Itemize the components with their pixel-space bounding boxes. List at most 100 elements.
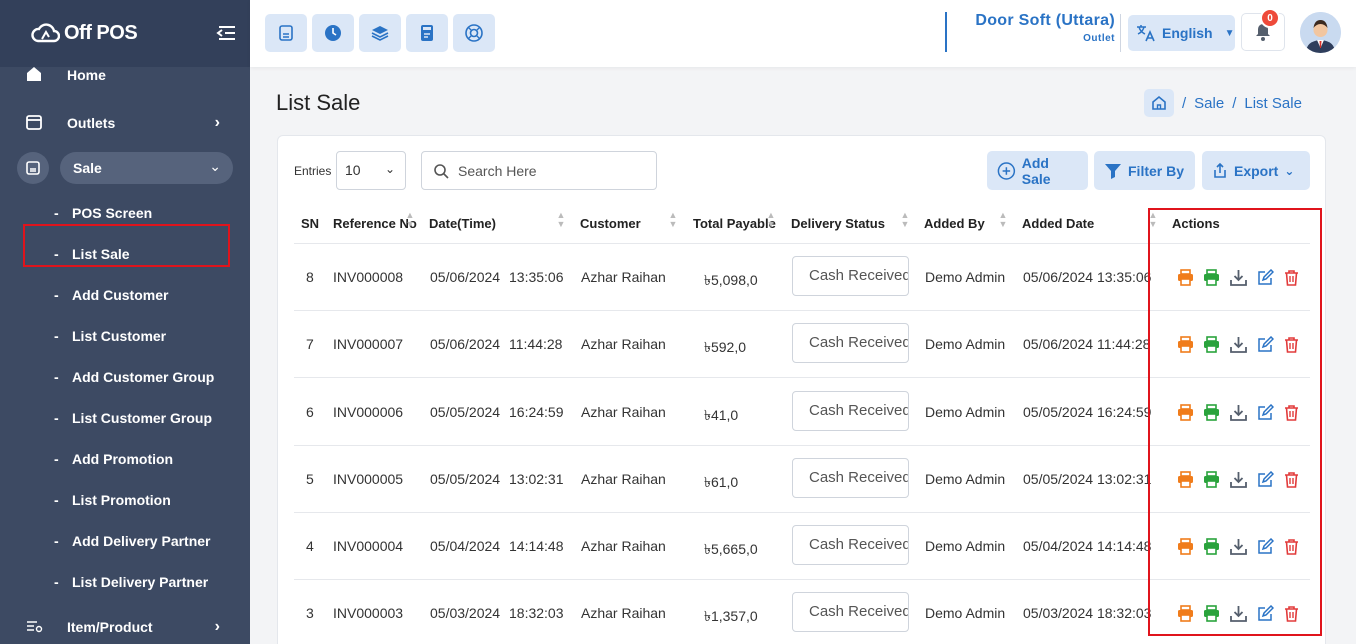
sort-icon[interactable]: ▲ ▼ xyxy=(766,211,776,231)
outlet-label: Outlet xyxy=(1083,33,1115,44)
chevron-down-icon: ⌄ xyxy=(1284,163,1295,178)
notification-badge: 0 xyxy=(1260,8,1280,28)
cell-date: 05/03/2024 xyxy=(430,605,501,621)
cell-reference-no: INV000007 xyxy=(333,336,404,352)
collapse-menu-icon[interactable] xyxy=(215,22,237,44)
cell-time: 13:35:06 xyxy=(509,269,564,285)
quick-layers-button[interactable] xyxy=(359,14,401,52)
cell-sn: 5 xyxy=(306,471,314,487)
cloud-logo-icon xyxy=(31,22,60,42)
cell-sn: 4 xyxy=(306,538,314,554)
cell-customer: Azhar Raihan xyxy=(581,471,666,487)
entries-value: 10 xyxy=(345,162,361,178)
cell-time: 18:32:03 xyxy=(509,605,564,621)
sidebar-item-sale[interactable]: Sale ⌄ xyxy=(17,152,233,184)
brand-logo[interactable]: Off POS xyxy=(30,21,138,47)
cell-reference-no: INV000003 xyxy=(333,605,404,621)
quick-support-button[interactable] xyxy=(453,14,495,52)
chevron-down-icon: ⌄ xyxy=(384,162,395,176)
outlet-name: Door Soft (Uttara) xyxy=(975,12,1115,29)
cell-date: 05/05/2024 xyxy=(430,404,501,420)
quick-pos-button[interactable] xyxy=(265,14,307,52)
cell-added-by: Demo Admin xyxy=(925,605,1006,621)
entries-select[interactable]: 10 ⌄ xyxy=(336,151,406,190)
cell-added-date: 05/04/2024 14:14:48 xyxy=(1023,538,1152,554)
sort-icon[interactable]: ▲ ▼ xyxy=(900,211,910,231)
cell-total-payable: ৳5,665,0 xyxy=(704,541,758,557)
sort-icon[interactable]: ▲ ▼ xyxy=(668,211,678,231)
header-added-date[interactable]: Added Date xyxy=(1022,216,1094,231)
breadcrumb-separator: / xyxy=(1232,94,1237,112)
actions-highlight xyxy=(1148,208,1322,636)
clock-icon xyxy=(325,25,341,41)
cell-added-date: 05/03/2024 18:32:03 xyxy=(1023,605,1152,621)
cell-customer: Azhar Raihan xyxy=(581,336,666,352)
quick-calculator-button[interactable] xyxy=(406,14,448,52)
cell-time: 13:02:31 xyxy=(509,471,564,487)
topbar: Door Soft (Uttara) Outlet English ▼ 0 xyxy=(250,0,1356,67)
register-icon xyxy=(279,25,293,41)
export-button[interactable]: Export ⌄ xyxy=(1202,151,1310,190)
layers-icon xyxy=(371,26,389,41)
submenu-label: POS Screen xyxy=(72,205,153,221)
calculator-icon xyxy=(421,25,433,41)
header-sn[interactable]: SN xyxy=(301,216,319,231)
language-select[interactable]: English ▼ xyxy=(1128,15,1235,51)
delivery-status-select[interactable]: Cash Received xyxy=(792,458,909,498)
header-total-payable[interactable]: Total Payable xyxy=(693,216,776,231)
outlet-info[interactable]: Door Soft (Uttara) Outlet xyxy=(945,12,1115,52)
header-date-time[interactable]: Date(Time) xyxy=(429,216,496,231)
sidebar-item-label: Outlets xyxy=(67,115,116,131)
filter-button[interactable]: Filter By xyxy=(1094,151,1195,190)
add-sale-button[interactable]: Add Sale xyxy=(987,151,1088,190)
cell-added-date: 05/06/2024 13:35:06 xyxy=(1023,269,1152,285)
avatar[interactable] xyxy=(1300,12,1341,53)
cell-time: 16:24:59 xyxy=(509,404,564,420)
sale-pill-bar[interactable]: Sale ⌄ xyxy=(60,152,233,184)
delivery-status-select[interactable]: Cash Received xyxy=(792,592,909,632)
caret-down-icon: ▼ xyxy=(1224,27,1235,39)
sidebar-item-outlets[interactable]: Outlets › xyxy=(0,112,250,134)
sidebar-item-home[interactable]: Home xyxy=(0,64,250,86)
cell-added-by: Demo Admin xyxy=(925,336,1006,352)
cell-customer: Azhar Raihan xyxy=(581,269,666,285)
chevron-right-icon: › xyxy=(214,114,220,131)
cell-reference-no: INV000004 xyxy=(333,538,404,554)
cell-customer: Azhar Raihan xyxy=(581,404,666,420)
cell-sn: 7 xyxy=(306,336,314,352)
filter-icon xyxy=(1105,163,1121,179)
sort-icon[interactable]: ▲ ▼ xyxy=(998,211,1008,231)
store-icon xyxy=(24,112,44,132)
cell-total-payable: ৳41,0 xyxy=(704,407,739,423)
sort-icon[interactable]: ▲ ▼ xyxy=(556,211,566,231)
delivery-status-select[interactable]: Cash Received xyxy=(792,391,909,431)
header-added-by[interactable]: Added By xyxy=(924,216,985,231)
breadcrumb-home[interactable] xyxy=(1144,89,1174,117)
cell-date: 05/05/2024 xyxy=(430,471,501,487)
cell-added-date: 05/05/2024 13:02:31 xyxy=(1023,471,1152,487)
divider xyxy=(1120,14,1121,52)
quick-clock-button[interactable] xyxy=(312,14,354,52)
breadcrumb-sale[interactable]: Sale xyxy=(1194,95,1224,112)
language-label: English xyxy=(1162,25,1213,41)
cell-added-by: Demo Admin xyxy=(925,538,1006,554)
cell-customer: Azhar Raihan xyxy=(581,538,666,554)
sidebar-item-label: Home xyxy=(67,67,106,83)
sidebar-item-label: Sale xyxy=(73,160,102,176)
search-input[interactable] xyxy=(458,161,648,181)
delivery-status-select[interactable]: Cash Received xyxy=(792,323,909,363)
add-sale-label: Add Sale xyxy=(1021,154,1051,187)
cell-added-date: 05/05/2024 16:24:59 xyxy=(1023,404,1152,420)
filter-label: Filter By xyxy=(1128,162,1185,179)
sort-icon[interactable]: ▲ ▼ xyxy=(405,211,415,231)
cell-total-payable: ৳1,357,0 xyxy=(704,608,758,624)
cell-added-by: Demo Admin xyxy=(925,404,1006,420)
search-box xyxy=(421,151,657,190)
cell-reference-no: INV000006 xyxy=(333,404,404,420)
header-delivery-status[interactable]: Delivery Status xyxy=(791,216,885,231)
delivery-status-select[interactable]: Cash Received xyxy=(792,525,909,565)
delivery-status-select[interactable]: Cash Received xyxy=(792,256,909,296)
support-icon xyxy=(465,24,483,42)
header-customer[interactable]: Customer xyxy=(580,216,641,231)
user-avatar-icon xyxy=(1300,12,1341,53)
